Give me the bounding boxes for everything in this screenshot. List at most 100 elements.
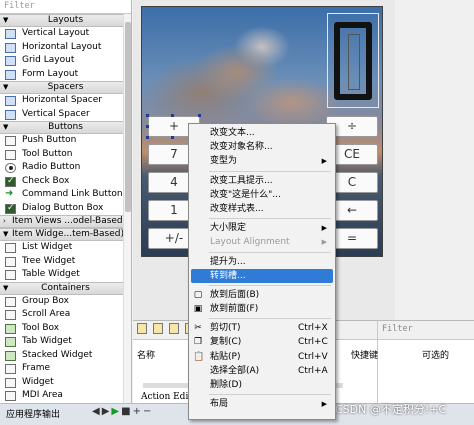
stop-icon[interactable]: ■ — [121, 406, 132, 417]
menu-item-cut[interactable]: ✂ 剪切(T) Ctrl+X — [189, 321, 335, 335]
category-label: Containers — [41, 282, 90, 293]
menu-item-change-stylesheet[interactable]: 改变样式表... — [189, 202, 335, 216]
widget-dialog-button-box[interactable]: Dialog Button Box — [0, 202, 131, 215]
widget-command-link-button[interactable]: ➜ Command Link Button — [0, 188, 131, 202]
category-item-widgets[interactable]: ▼ Item Widge...tem-Based) — [0, 228, 131, 241]
resize-handle[interactable] — [171, 136, 174, 139]
menu-item-go-to-slot[interactable]: 转到槽... — [191, 268, 333, 283]
widget-horizontal-spacer[interactable]: Horizontal Spacer — [0, 94, 131, 108]
widget-stacked-widget[interactable]: Stacked Widget — [0, 349, 131, 363]
category-buttons[interactable]: ▼ Buttons — [0, 121, 131, 134]
widget-vertical-spacer[interactable]: Vertical Spacer — [0, 108, 131, 122]
menu-item-copy[interactable]: ❐ 复制(C) Ctrl+C — [189, 335, 335, 349]
widget-vertical-layout[interactable]: Vertical Layout — [0, 27, 131, 41]
category-layouts[interactable]: ▼ Layouts — [0, 14, 131, 27]
menu-item-label: 剪切(T) — [210, 323, 241, 334]
widget-box-panel: Filter ▼ Layouts Vertical Layout Horizont… — [0, 0, 132, 403]
menu-item-layout[interactable]: 布局 ▶ — [189, 397, 335, 411]
menu-item-label: 布局 — [210, 399, 229, 410]
widget-label: Dialog Button Box — [22, 202, 104, 213]
resize-handle[interactable] — [198, 114, 201, 117]
submenu-arrow-icon: ▶ — [321, 157, 327, 166]
new-action-icon[interactable] — [137, 323, 147, 334]
widget-table-widget[interactable]: Table Widget — [0, 268, 131, 282]
application-output-label[interactable]: 应用程序输出 — [6, 407, 60, 420]
widget-grid-layout[interactable]: Grid Layout — [0, 54, 131, 68]
widget-form-layout[interactable]: Form Layout — [0, 68, 131, 82]
widget-group-box[interactable]: Group Box — [0, 295, 131, 309]
widget-tool-button[interactable]: Tool Button — [0, 148, 131, 162]
menu-item-change-whats-this[interactable]: 改变"这是什么"... — [189, 188, 335, 202]
menu-item-send-to-back[interactable]: ▢ 放到后面(B) — [189, 288, 335, 302]
menu-item-label: 改变工具提示... — [210, 175, 273, 186]
menu-item-change-tooltip[interactable]: 改变工具提示... — [189, 174, 335, 188]
resize-handle[interactable] — [171, 114, 174, 117]
check-box-icon — [5, 175, 16, 188]
menu-separator — [209, 218, 331, 220]
resize-handle[interactable] — [146, 114, 149, 117]
run-icon[interactable]: ▶ — [111, 406, 121, 417]
menu-item-promote-to[interactable]: 提升为... — [189, 255, 335, 269]
next-icon[interactable]: ▶ — [102, 406, 112, 417]
column-header-shortcut[interactable]: 快捷键 — [351, 348, 378, 361]
category-spacers[interactable]: ▼ Spacers — [0, 81, 131, 94]
send-to-back-icon: ▢ — [193, 289, 203, 300]
scrollbar-thumb[interactable] — [125, 22, 131, 212]
resize-handle[interactable] — [146, 125, 149, 128]
menu-item-change-text[interactable]: 改变文本... — [189, 126, 335, 140]
widget-label: Push Button — [22, 135, 77, 145]
lcd-display-frame[interactable] — [327, 13, 379, 108]
widget-frame[interactable]: Frame — [0, 362, 131, 376]
resize-handle[interactable] — [146, 136, 149, 139]
paste-action-icon[interactable] — [169, 323, 179, 334]
paste-icon: 📋 — [193, 351, 205, 362]
category-item-views[interactable]: › Item Views ...odel-Based) — [0, 215, 131, 228]
widget-tree-widget[interactable]: Tree Widget — [0, 255, 131, 269]
menu-item-size-constraints[interactable]: 大小限定 ▶ — [189, 221, 335, 235]
property-filter-input[interactable]: Filter — [378, 321, 474, 340]
category-label: Layouts — [47, 15, 84, 25]
menu-item-bring-to-front[interactable]: ▣ 放到前面(F) — [189, 302, 335, 316]
output-toolbar: ◀▶▶■+− — [92, 406, 153, 417]
prev-icon[interactable]: ◀ — [92, 406, 102, 417]
menu-item-select-all[interactable]: 选择全部(A) Ctrl+A — [189, 364, 335, 378]
copy-action-icon[interactable] — [153, 323, 163, 334]
form-layout-icon — [5, 69, 16, 80]
widget-filter-input[interactable]: Filter — [0, 0, 131, 14]
widget-label: Tab Widget — [22, 336, 72, 346]
menu-item-change-object-name[interactable]: 改变对象名称... — [189, 140, 335, 154]
tab-action-editor[interactable]: Action Edi — [141, 392, 188, 402]
widget-widget[interactable]: Widget — [0, 376, 131, 390]
submenu-arrow-icon: ▶ — [321, 238, 327, 247]
menu-shortcut: Ctrl+C — [298, 337, 328, 348]
menu-item-morph-into[interactable]: 变型为 ▶ — [189, 154, 335, 168]
widget-label: Group Box — [22, 295, 69, 306]
widget-radio-button[interactable]: Radio Button — [0, 161, 131, 175]
column-header-name[interactable]: 名称 — [137, 348, 155, 361]
category-label: Buttons — [48, 122, 83, 132]
widget-label: Horizontal Layout — [22, 41, 102, 52]
widget-label: Form Layout — [22, 68, 79, 79]
widget-check-box[interactable]: Check Box — [0, 175, 131, 188]
widget-tool-box[interactable]: Tool Box — [0, 322, 131, 336]
widget-scroll-area[interactable]: Scroll Area — [0, 308, 131, 322]
widget-label: List Widget — [22, 242, 73, 252]
widget-mdi-area[interactable]: MDI Area — [0, 389, 131, 403]
widget-push-button[interactable]: Push Button — [0, 134, 131, 148]
widget-label: MDI Area — [22, 390, 63, 400]
add-icon[interactable]: + — [133, 406, 143, 417]
widget-horizontal-layout[interactable]: Horizontal Layout — [0, 41, 131, 55]
widget-list-widget[interactable]: List Widget — [0, 241, 131, 255]
widget-label: Scroll Area — [22, 309, 71, 319]
widget-box-scrollbar[interactable] — [123, 14, 131, 403]
column-header-checkable[interactable]: 可选的 — [422, 348, 449, 361]
menu-item-paste[interactable]: 📋 粘贴(P) Ctrl+V — [189, 350, 335, 364]
widget-tab-widget[interactable]: Tab Widget — [0, 335, 131, 349]
remove-icon[interactable]: − — [143, 406, 153, 417]
submenu-arrow-icon: ▶ — [321, 400, 327, 409]
category-containers[interactable]: ▼ Containers — [0, 281, 131, 295]
menu-separator — [209, 394, 331, 396]
mdi-area-icon — [5, 391, 16, 401]
menu-item-label: 粘贴(P) — [210, 351, 241, 362]
menu-item-delete[interactable]: 删除(D) — [189, 378, 335, 392]
